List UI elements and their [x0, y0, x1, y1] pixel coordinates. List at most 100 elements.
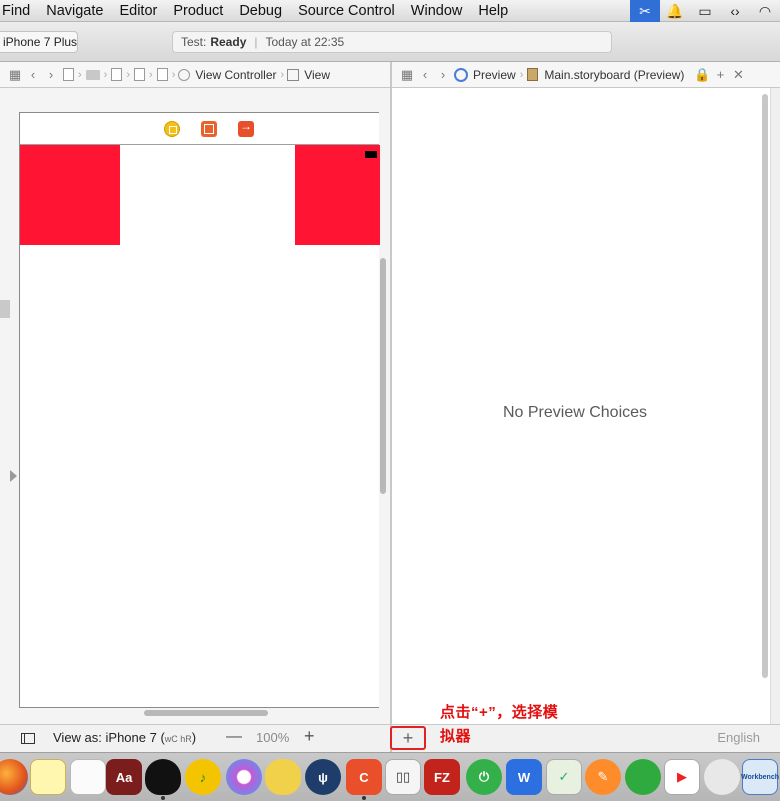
disclosure-arrow-icon[interactable] — [10, 470, 17, 482]
storyboard-canvas[interactable] — [0, 88, 390, 724]
wps-icon[interactable]: W — [506, 759, 542, 795]
annotation-line-2: 拟器 — [440, 728, 472, 745]
size-class: wC hR — [164, 734, 192, 744]
chevron-right-icon: › — [103, 68, 108, 81]
project-file-icon[interactable] — [63, 68, 74, 81]
red-view-right[interactable] — [295, 145, 380, 245]
view-as-device[interactable]: View as: iPhone 7 (wC hR) — [53, 730, 196, 745]
document-outline-icon[interactable] — [21, 733, 35, 744]
itunes-icon[interactable]: ♫ — [226, 759, 262, 795]
textedit-icon[interactable] — [70, 759, 106, 795]
back-icon[interactable]: ‹ — [24, 66, 42, 84]
music-player-icon[interactable]: ♪ — [185, 759, 221, 795]
add-preview-device-button[interactable]: + — [390, 726, 426, 750]
view-controller-scene[interactable] — [19, 112, 380, 708]
code-brackets-icon[interactable]: ‹› — [720, 0, 750, 22]
chevron-right-icon: › — [280, 68, 285, 81]
preview-scrollbar[interactable] — [762, 94, 768, 678]
folder-icon[interactable] — [85, 69, 100, 80]
activity-separator: | — [254, 35, 258, 49]
grid-icon[interactable]: ▦ — [398, 66, 416, 84]
activity-time: Today at 22:35 — [265, 35, 345, 49]
menu-navigate[interactable]: Navigate — [38, 0, 111, 22]
menu-window[interactable]: Window — [403, 0, 471, 22]
horizontal-scrollbar[interactable] — [144, 710, 268, 716]
chevron-right-icon: › — [126, 68, 131, 81]
add-editor-icon[interactable]: + — [711, 66, 729, 84]
tutorial-annotation: 点击“+”，选择模 拟器 — [440, 701, 580, 749]
file-icon[interactable] — [134, 68, 146, 81]
jump-view[interactable]: View — [304, 68, 330, 82]
activity-viewer: Test: Ready | Today at 22:35 — [172, 31, 612, 53]
running-indicator — [362, 796, 366, 800]
red-view-left[interactable] — [20, 145, 120, 245]
view-icon — [287, 68, 300, 81]
vertical-scrollbar[interactable] — [380, 258, 386, 494]
grid-icon[interactable]: ▦ — [6, 66, 24, 84]
preview-language[interactable]: English — [717, 730, 760, 745]
xcode-toolbar: iPhone 7 Plus Test: Ready | Today at 22:… — [0, 22, 780, 62]
back-icon[interactable]: ‹ — [416, 66, 434, 84]
evernote-icon[interactable] — [625, 759, 661, 795]
zoom-out-button[interactable]: — — [226, 728, 242, 746]
left-jump-bar: ▦ ‹ › › › › › › View Controller › View — [0, 62, 390, 88]
power-icon[interactable]: ⏻ — [466, 759, 502, 795]
sourcetree-icon[interactable]: ψ — [305, 759, 341, 795]
firefox-icon[interactable] — [0, 759, 28, 795]
dock: Aa ♪ ♫ ψ C ▯▯ FZ ⏻ W ✓ ✎ ▶ Workbench — [0, 752, 780, 801]
maps-app-icon[interactable]: ✓ — [546, 759, 582, 795]
jump-storyboard-preview[interactable]: Main.storyboard (Preview) — [544, 68, 684, 82]
jump-view-controller[interactable]: View Controller — [195, 68, 276, 82]
scheme-selector[interactable]: iPhone 7 Plus — [0, 31, 78, 53]
view-as-label: View as: iPhone 7 ( — [53, 730, 165, 745]
menu-bar: Find Navigate Editor Product Debug Sourc… — [0, 0, 780, 22]
close-icon[interactable]: ✕ — [729, 66, 747, 84]
airplay-icon[interactable]: ▭ — [690, 0, 720, 22]
menu-product[interactable]: Product — [165, 0, 231, 22]
no-preview-message: No Preview Choices — [502, 404, 648, 421]
notification-icon[interactable]: 🔔 — [660, 0, 690, 22]
forward-icon[interactable]: › — [434, 66, 452, 84]
mysql-workbench-icon[interactable]: Workbench — [741, 759, 779, 795]
zoom-in-button[interactable]: + — [304, 726, 315, 747]
menu-debug[interactable]: Debug — [231, 0, 290, 22]
scissors-icon[interactable]: ✂ — [630, 0, 660, 22]
scripteditor-icon[interactable] — [704, 759, 740, 795]
menu-help[interactable]: Help — [470, 0, 516, 22]
exit-icon[interactable] — [238, 119, 254, 137]
lock-icon[interactable]: 🔒 — [693, 66, 711, 84]
storyboard-icon — [527, 68, 539, 81]
jump-preview[interactable]: Preview — [473, 68, 516, 82]
qq-icon[interactable] — [145, 759, 181, 795]
reader-icon[interactable]: ▯▯ — [385, 759, 421, 795]
running-indicator — [161, 796, 165, 800]
zoom-level: 100% — [256, 730, 290, 745]
chevron-right-icon: › — [171, 68, 176, 81]
squirrel-icon[interactable] — [265, 759, 301, 795]
chevron-right-icon: › — [519, 68, 524, 81]
annotation-line-1: 点击“+”，选择模 — [440, 704, 559, 721]
clion-icon[interactable]: C — [346, 759, 382, 795]
scene-icon[interactable] — [156, 68, 168, 81]
status-area: ✂ 🔔 ▭ ‹› ◠ — [630, 0, 780, 22]
chevron-right-icon: › — [78, 68, 82, 81]
right-jump-bar: ▦ ‹ › Preview › Main.storyboard (Preview… — [392, 62, 780, 88]
selection-handle[interactable] — [365, 151, 377, 158]
wifi-icon[interactable]: ◠ — [750, 0, 780, 22]
gutter-marker — [0, 300, 10, 318]
menu-find[interactable]: Find — [0, 0, 38, 22]
notes-icon[interactable] — [30, 759, 66, 795]
first-responder-icon[interactable] — [201, 121, 217, 137]
view-controller-icon[interactable] — [164, 121, 180, 137]
dictionary-icon[interactable]: Aa — [106, 759, 142, 795]
view-as-close: ) — [191, 730, 197, 745]
pencil-icon[interactable]: ✎ — [585, 759, 621, 795]
menu-source-control[interactable]: Source Control — [290, 0, 403, 22]
filezilla-icon[interactable]: FZ — [424, 759, 460, 795]
file-icon[interactable] — [111, 68, 123, 81]
menu-editor[interactable]: Editor — [111, 0, 165, 22]
forward-icon[interactable]: › — [42, 66, 60, 84]
scene-dock — [20, 113, 379, 145]
view-controller-icon — [178, 68, 191, 81]
video-player-icon[interactable]: ▶ — [664, 759, 700, 795]
